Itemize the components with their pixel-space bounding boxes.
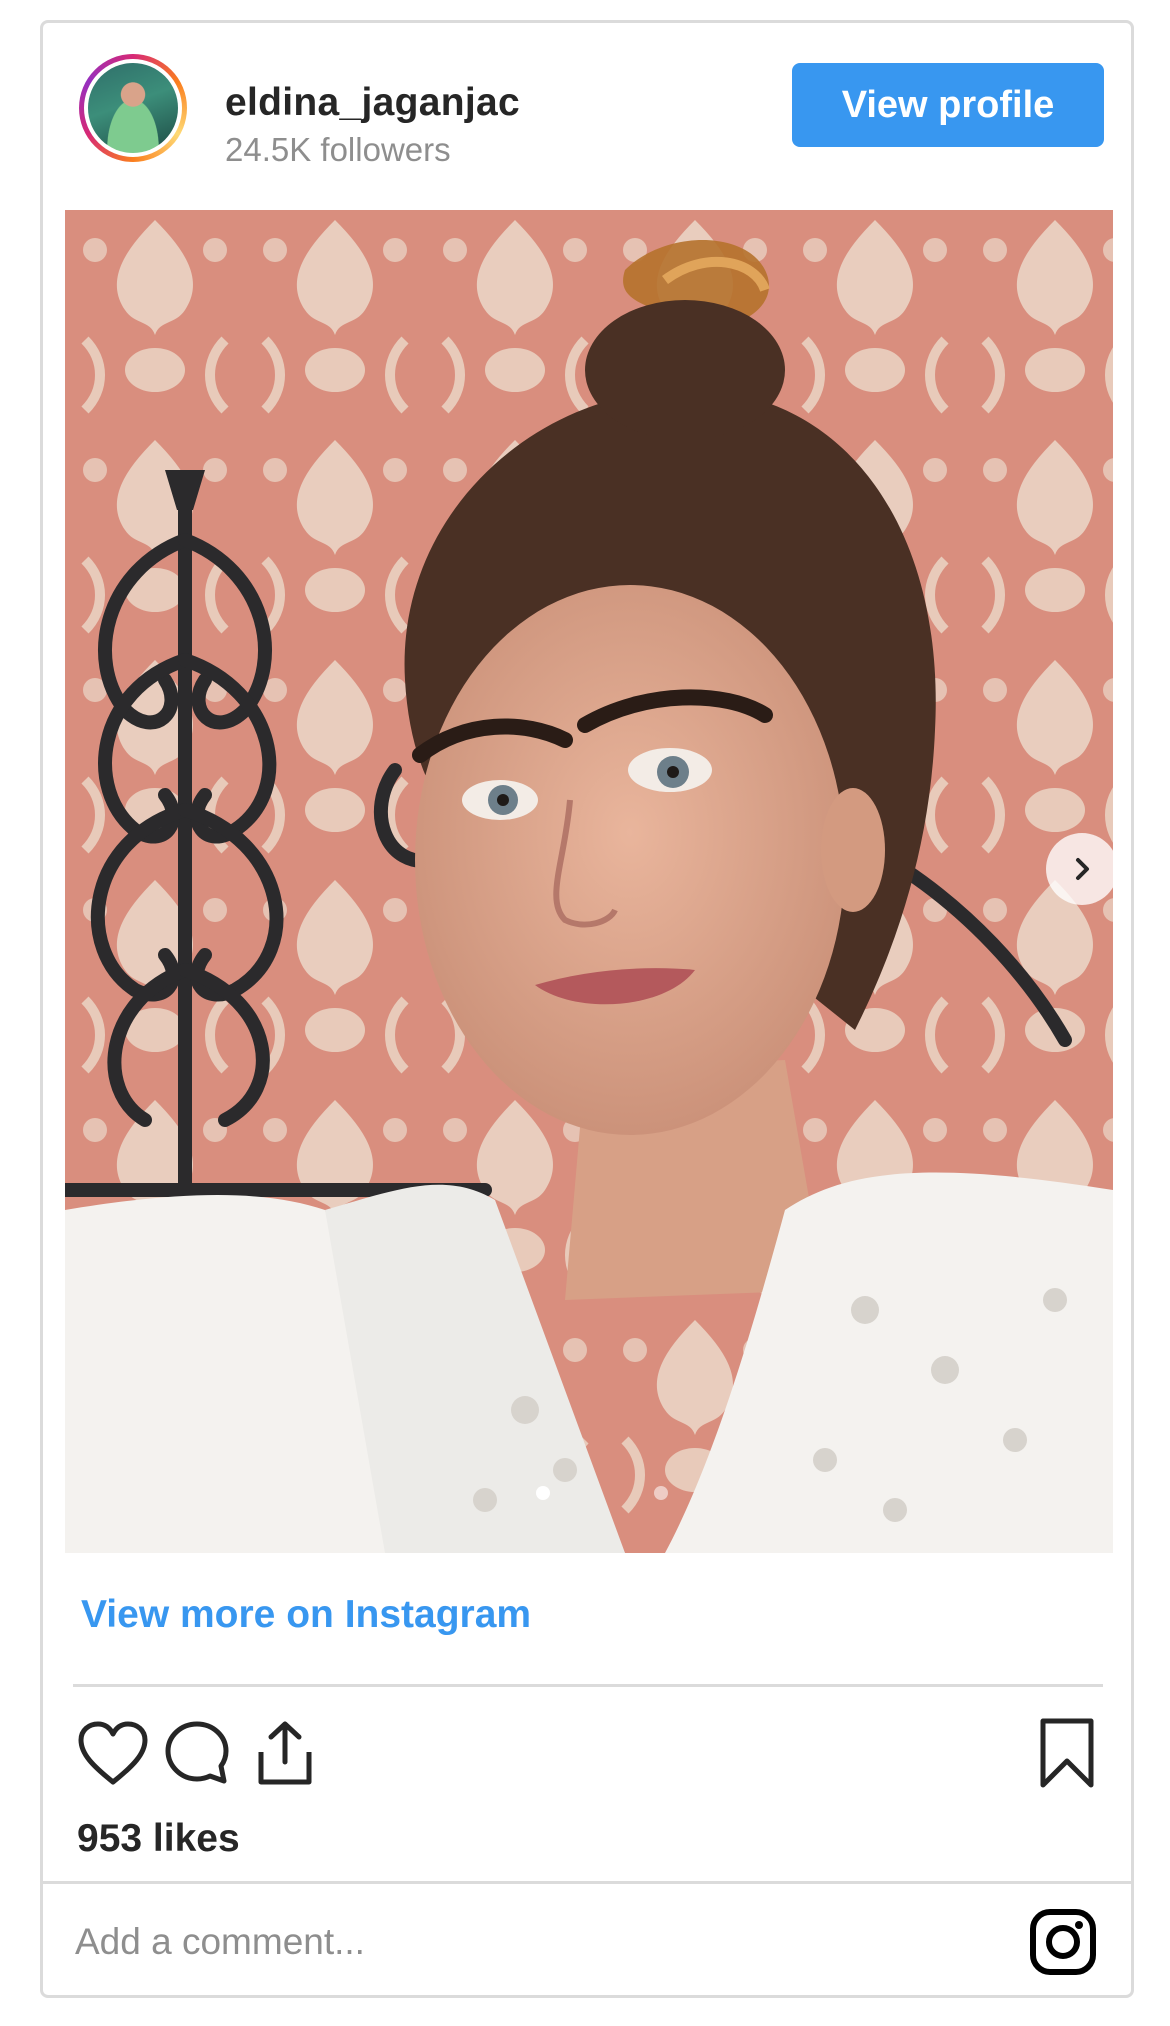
- view-more-on-instagram-link[interactable]: View more on Instagram: [81, 1593, 531, 1637]
- like-count: 953 likes: [77, 1817, 240, 1860]
- heart-icon: [78, 1721, 148, 1785]
- instagram-logo-link[interactable]: [1028, 1907, 1098, 1977]
- share-button[interactable]: [245, 1713, 325, 1793]
- post-photo[interactable]: [65, 210, 1113, 1553]
- action-bar: [73, 1713, 1113, 1803]
- instagram-embed-card: eldina_jaganjac 24.5K followers View pro…: [40, 20, 1134, 1998]
- comment-icon: [165, 1721, 229, 1784]
- view-profile-button[interactable]: View profile: [792, 63, 1104, 147]
- avatar: [88, 63, 178, 153]
- post-header: eldina_jaganjac 24.5K followers View pro…: [43, 23, 1131, 193]
- like-button[interactable]: [73, 1713, 153, 1793]
- comment-button[interactable]: [157, 1713, 237, 1793]
- instagram-icon: [1030, 1909, 1096, 1975]
- carousel-dot-active: [536, 1486, 550, 1500]
- bookmark-icon: [1040, 1718, 1094, 1788]
- avatar-story-ring[interactable]: [79, 54, 187, 162]
- follower-count: 24.5K followers: [225, 131, 451, 168]
- username[interactable]: eldina_jaganjac: [225, 81, 520, 125]
- post-image: [65, 210, 1113, 1553]
- chevron-right-icon: [1076, 858, 1089, 880]
- carousel-dot: [654, 1486, 668, 1500]
- divider: [43, 1881, 1131, 1884]
- divider: [73, 1684, 1103, 1687]
- comment-input[interactable]: [73, 1903, 977, 1981]
- carousel-next-button[interactable]: [1046, 833, 1113, 905]
- carousel-indicator: [65, 1486, 1113, 1500]
- share-icon: [258, 1721, 312, 1785]
- save-button[interactable]: [1027, 1713, 1107, 1793]
